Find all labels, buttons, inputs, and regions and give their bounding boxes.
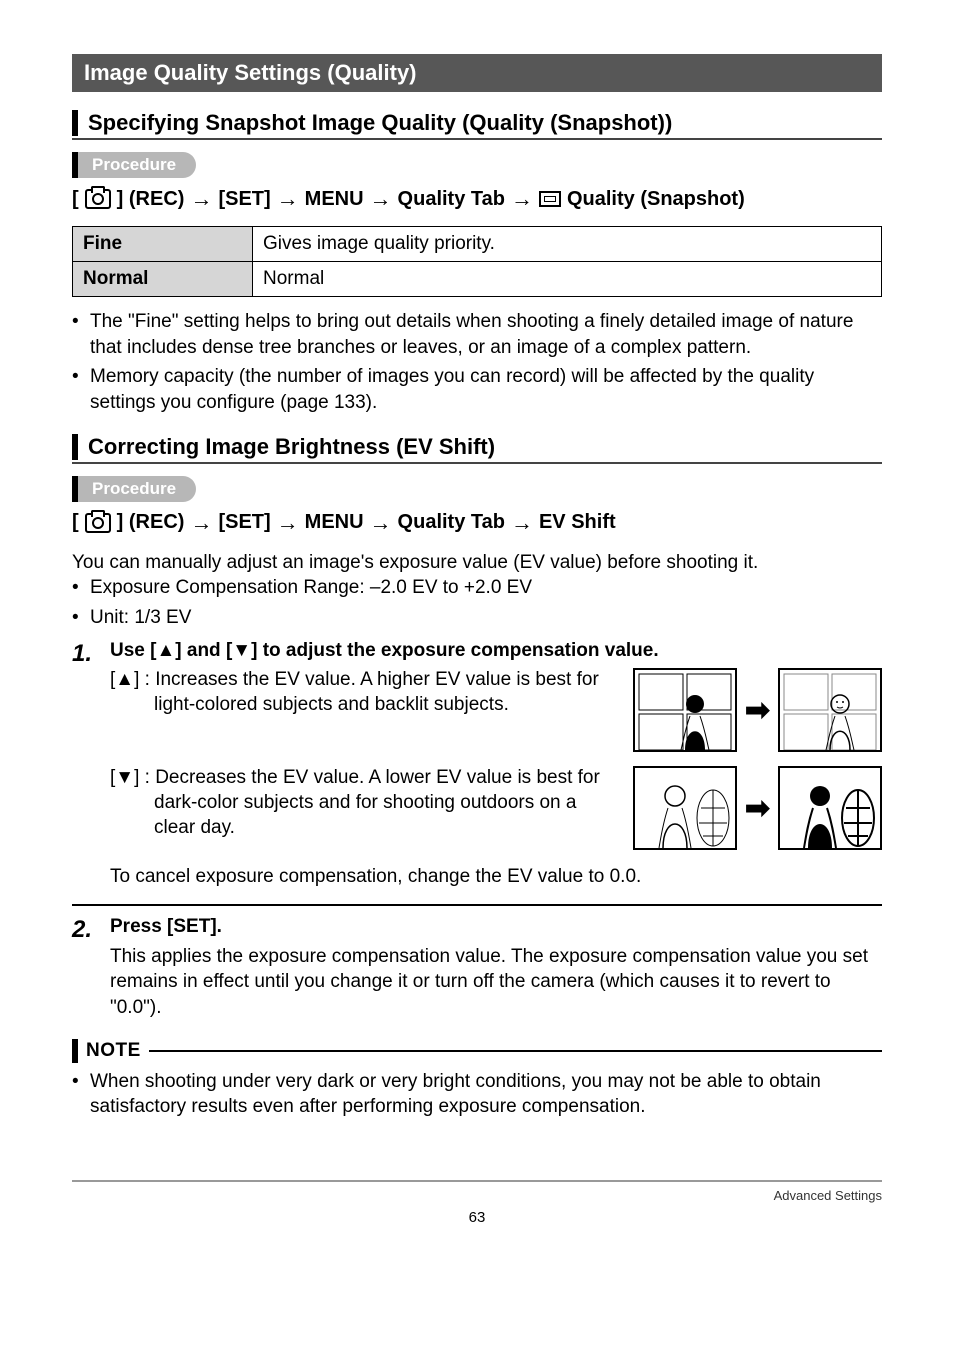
ev-down-text: [▼] : Decreases the EV value. A lower EV… xyxy=(110,766,619,840)
arrow-icon: → xyxy=(511,510,533,536)
list-item: When shooting under very dark or very br… xyxy=(72,1069,882,1120)
path-text: ] (REC) xyxy=(117,511,185,534)
rule xyxy=(149,1050,882,1052)
path-text: [ xyxy=(72,511,79,534)
bullet-list: Exposure Compensation Range: –2.0 EV to … xyxy=(72,575,882,630)
note-list: When shooting under very dark or very br… xyxy=(72,1069,882,1120)
step-1: 1. Use [▲] and [▼] to adjust the exposur… xyxy=(72,640,882,890)
path-text: Quality Tab xyxy=(398,188,505,211)
accent-bar xyxy=(72,434,78,460)
note-heading: NOTE xyxy=(72,1039,882,1063)
step-title: Press [SET]. xyxy=(110,916,882,938)
t: Use [ xyxy=(110,640,156,661)
rule xyxy=(72,138,882,140)
footer-section: Advanced Settings xyxy=(774,1188,882,1203)
arrow-icon: ➡ xyxy=(745,693,770,728)
menu-path-2: [] (REC) → [SET] → MENU → Quality Tab → … xyxy=(72,510,882,536)
procedure-bubble: Procedure xyxy=(78,152,196,178)
accent-bar xyxy=(72,110,78,136)
illustration-after xyxy=(778,668,882,752)
step-divider xyxy=(72,904,882,906)
path-text: EV Shift xyxy=(539,511,616,534)
page-footer: Advanced Settings 63 xyxy=(72,1180,882,1226)
section-band: Image Quality Settings (Quality) xyxy=(72,54,882,92)
t: ] and [ xyxy=(175,640,232,661)
ev-down-illustration: ➡ xyxy=(633,766,882,850)
page-number: 63 xyxy=(72,1209,882,1226)
accent-bar xyxy=(72,1039,78,1063)
arrow-icon: → xyxy=(511,186,533,212)
list-item: Memory capacity (the number of images yo… xyxy=(72,364,882,415)
path-text: [ xyxy=(72,188,79,211)
down-triangle-icon: ▼ xyxy=(232,640,251,661)
quality-table: Fine Gives image quality priority. Norma… xyxy=(72,226,882,297)
desc: Increases the EV value. A higher EV valu… xyxy=(154,669,599,715)
procedure-bubble: Procedure xyxy=(78,476,196,502)
step-number: 1. xyxy=(72,640,100,890)
path-text: Quality (Snapshot) xyxy=(567,188,745,211)
table-cell: Gives image quality priority. xyxy=(253,227,882,262)
subheading-snapshot-quality: Specifying Snapshot Image Quality (Quali… xyxy=(72,110,882,136)
table-cell: Normal xyxy=(253,262,882,297)
illustration-before xyxy=(633,766,737,850)
label: [▲] : xyxy=(110,669,150,690)
path-text: MENU xyxy=(305,188,364,211)
footer-rule xyxy=(72,1180,882,1182)
note-label: NOTE xyxy=(86,1040,141,1062)
list-item: Exposure Compensation Range: –2.0 EV to … xyxy=(72,575,882,601)
path-text: ] (REC) xyxy=(117,188,185,211)
menu-path-1: [] (REC) → [SET] → MENU → Quality Tab → … xyxy=(72,186,882,212)
path-text: MENU xyxy=(305,511,364,534)
arrow-icon: → xyxy=(190,186,212,212)
illustration-before xyxy=(633,668,737,752)
desc: Decreases the EV value. A lower EV value… xyxy=(154,767,600,837)
path-text: [SET] xyxy=(218,511,270,534)
up-triangle-icon: ▲ xyxy=(156,640,175,661)
step-body: This applies the exposure compensation v… xyxy=(110,944,882,1021)
table-header-cell: Fine xyxy=(73,227,253,262)
list-item: Unit: 1/3 EV xyxy=(72,605,882,631)
camera-icon xyxy=(85,513,111,533)
arrow-icon: → xyxy=(277,186,299,212)
illustration-after xyxy=(778,766,882,850)
step-title: Use [▲] and [▼] to adjust the exposure c… xyxy=(110,640,882,662)
bullet-list: The "Fine" setting helps to bring out de… xyxy=(72,309,882,416)
arrow-icon: → xyxy=(190,510,212,536)
cancel-text: To cancel exposure compensation, change … xyxy=(110,864,882,890)
camera-icon xyxy=(85,189,111,209)
intro-text: You can manually adjust an image's expos… xyxy=(72,550,882,576)
arrow-icon: → xyxy=(277,510,299,536)
path-text: Quality Tab xyxy=(398,511,505,534)
arrow-icon: → xyxy=(370,510,392,536)
list-item: The "Fine" setting helps to bring out de… xyxy=(72,309,882,360)
subheading-text: Correcting Image Brightness (EV Shift) xyxy=(88,434,495,460)
label: [▼] : xyxy=(110,767,150,788)
procedure-label-2: Procedure xyxy=(72,476,882,502)
arrow-icon: ➡ xyxy=(745,791,770,826)
arrow-icon: → xyxy=(370,186,392,212)
table-row: Normal Normal xyxy=(73,262,882,297)
step-2: 2. Press [SET]. This applies the exposur… xyxy=(72,916,882,1021)
t: ] to adjust the exposure compensation va… xyxy=(251,640,659,661)
step-number: 2. xyxy=(72,916,100,1021)
subheading-text: Specifying Snapshot Image Quality (Quali… xyxy=(88,110,672,136)
table-row: Fine Gives image quality priority. xyxy=(73,227,882,262)
procedure-label-1: Procedure xyxy=(72,152,882,178)
ev-up-text: [▲] : Increases the EV value. A higher E… xyxy=(110,668,619,717)
path-text: [SET] xyxy=(218,188,270,211)
ev-up-illustration: ➡ xyxy=(633,668,882,752)
subheading-ev-shift: Correcting Image Brightness (EV Shift) xyxy=(72,434,882,460)
snapshot-icon xyxy=(539,191,561,207)
rule xyxy=(72,462,882,464)
table-header-cell: Normal xyxy=(73,262,253,297)
